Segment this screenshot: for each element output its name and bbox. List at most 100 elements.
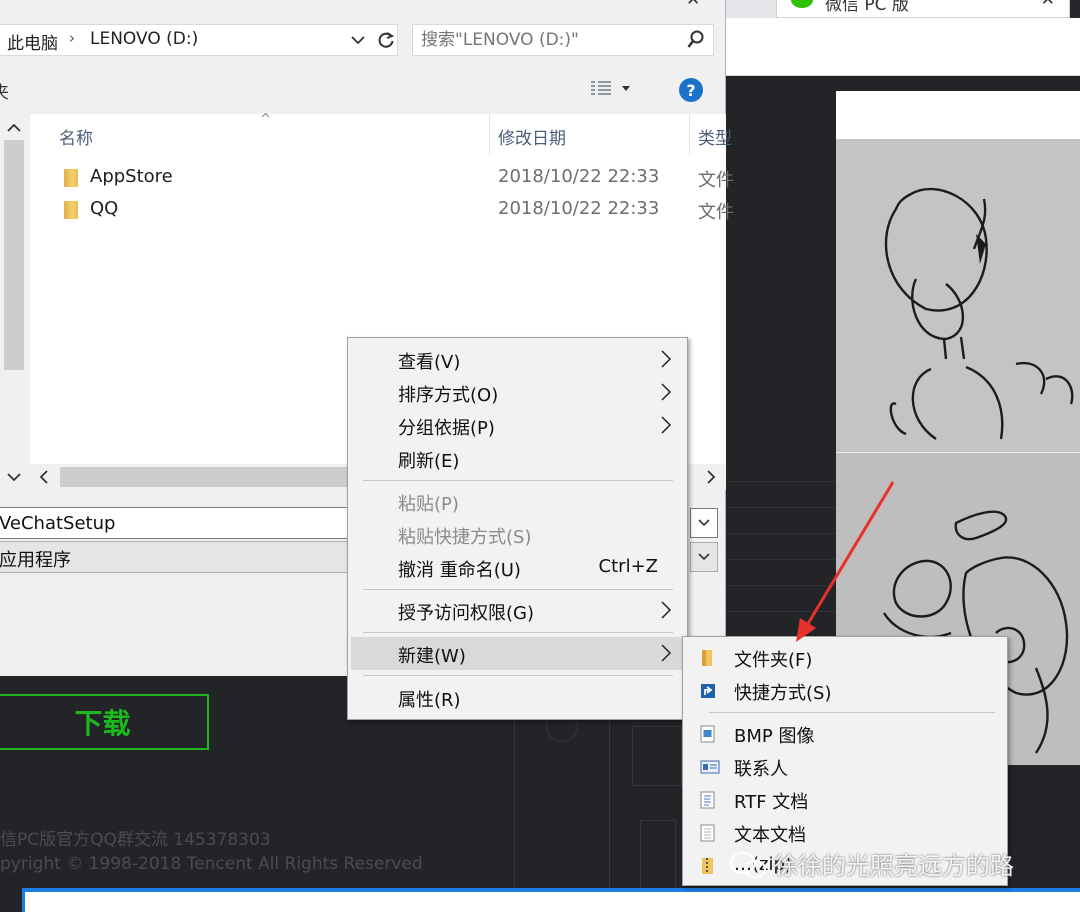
chevron-right-icon — [661, 350, 672, 368]
menu-separator — [363, 632, 673, 633]
chevron-down-icon[interactable] — [690, 508, 718, 538]
menu-item-label: 新建(W) — [398, 646, 466, 667]
decorative-outline — [514, 720, 610, 912]
new-contact-item[interactable]: 联系人 — [686, 750, 1004, 783]
breadcrumb-separator: › — [69, 29, 75, 47]
submenu-item-label: 文件夹(F) — [734, 650, 813, 671]
menu-item-label: 排序方式(O) — [398, 385, 499, 406]
new-rtf-item[interactable]: RTF 文档 — [686, 783, 1004, 816]
contact-icon — [700, 760, 720, 774]
menu-item-properties[interactable]: 属性(R) — [351, 681, 684, 714]
scrollbar-thumb[interactable] — [60, 467, 390, 487]
new-bmp-item[interactable]: BMP 图像 — [686, 717, 1004, 750]
file-name: AppStore — [90, 166, 173, 187]
column-header-modified[interactable]: 修改日期 — [498, 124, 566, 149]
footer-copyright: pyright © 1998-2018 Tencent All Rights R… — [0, 854, 423, 874]
menu-item-view[interactable]: 查看(V) — [351, 343, 684, 376]
search-box[interactable] — [412, 24, 714, 56]
wechat-watermark-icon — [730, 852, 766, 878]
menu-item-label: 撤消 重命名(U) — [398, 560, 521, 581]
filename-input[interactable] — [0, 512, 339, 534]
new-shortcut-item[interactable]: 快捷方式(S) — [686, 674, 1004, 707]
chevron-down-icon — [622, 86, 630, 91]
menu-item-label: 粘贴快捷方式(S) — [398, 527, 532, 548]
column-header-type[interactable]: 类型 — [698, 124, 732, 149]
breadcrumb[interactable]: 此电脑 › LENOVO (D:) — [0, 24, 398, 56]
menu-item-label: 查看(V) — [398, 352, 461, 373]
menu-item-paste-shortcut: 粘贴快捷方式(S) — [351, 518, 684, 551]
submenu-item-label: BMP 图像 — [734, 726, 815, 747]
menu-item-label: 分组依据(P) — [398, 418, 495, 439]
scrollbar-thumb[interactable] — [4, 140, 24, 370]
chevron-down-icon[interactable] — [690, 542, 718, 572]
menu-separator — [709, 712, 995, 713]
column-divider[interactable] — [689, 114, 690, 154]
browser-tab-title: 微信 PC 版 — [825, 0, 909, 15]
menu-item-undo-rename[interactable]: 撤消 重命名(U) Ctrl+Z — [351, 551, 684, 584]
close-icon[interactable]: ✕ — [686, 0, 700, 10]
decorative-outline — [640, 820, 676, 890]
browser-tab-strip — [726, 0, 776, 18]
submenu-item-label: 快捷方式(S) — [734, 683, 832, 704]
refresh-icon[interactable] — [372, 24, 400, 56]
browser-tab-wechat[interactable]: 微信 PC 版 ✕ — [776, 0, 1070, 18]
new-text-document-item[interactable]: 文本文档 — [686, 816, 1004, 849]
new-folder-label[interactable]: 夹 — [0, 78, 9, 103]
breadcrumb-drive[interactable]: LENOVO (D:) — [90, 29, 198, 49]
menu-item-group-by[interactable]: 分组依据(P) — [351, 409, 684, 442]
submenu-item-label: 文本文档 — [734, 825, 806, 846]
download-button[interactable]: 下载 — [0, 694, 209, 750]
filetype-value: 应用程序 — [0, 550, 71, 571]
folder-icon — [64, 169, 78, 187]
menu-item-label: 刷新(E) — [398, 451, 460, 472]
menu-separator — [363, 589, 673, 590]
new-folder-item[interactable]: 文件夹(F) — [686, 641, 1004, 674]
zip-folder-icon — [702, 858, 713, 874]
scroll-right-icon[interactable] — [698, 464, 724, 490]
menu-item-label: 授予访问权限(G) — [398, 603, 534, 624]
close-icon[interactable]: ✕ — [1041, 0, 1055, 10]
breadcrumb-this-pc[interactable]: 此电脑 — [7, 29, 58, 54]
context-menu: 查看(V) 排序方式(O) 分组依据(P) 刷新(E) 粘贴(P) 粘贴快捷方式… — [347, 337, 688, 720]
scroll-left-icon[interactable] — [34, 464, 54, 490]
scroll-up-icon[interactable] — [2, 116, 26, 140]
file-type: 文件 — [698, 202, 734, 223]
file-row-qq[interactable]: QQ 2018/10/22 22:33 文件 — [30, 195, 734, 225]
file-modified: 2018/10/22 22:33 — [498, 166, 660, 187]
menu-item-give-access[interactable]: 授予访问权限(G) — [351, 594, 684, 627]
preview-card-header — [836, 91, 1080, 139]
menu-item-shortcut: Ctrl+Z — [598, 556, 658, 577]
view-options-button[interactable] — [590, 77, 642, 101]
column-divider[interactable] — [489, 114, 490, 154]
filetype-select[interactable]: 应用程序 — [0, 541, 350, 573]
browser-address-bar[interactable] — [726, 18, 1080, 76]
footer-qq-group: 信PC版官方QQ群交流 145378303 — [0, 830, 271, 850]
chevron-right-icon — [661, 601, 672, 619]
column-header-name[interactable]: 名称 — [59, 124, 93, 149]
chevron-right-icon — [661, 644, 672, 662]
help-icon[interactable]: ? — [679, 78, 703, 102]
menu-separator — [363, 675, 673, 676]
chevron-down-icon[interactable] — [346, 24, 370, 56]
decorative-outline — [632, 726, 682, 786]
folder-icon — [702, 650, 712, 666]
file-row-appstore[interactable]: AppStore 2018/10/22 22:33 文件 — [30, 163, 734, 193]
search-icon[interactable] — [687, 30, 705, 50]
shortcut-icon — [701, 684, 715, 698]
menu-item-new[interactable]: 新建(W) — [351, 637, 684, 670]
chevron-right-icon — [661, 383, 672, 401]
folder-icon — [64, 201, 78, 219]
file-modified: 2018/10/22 22:33 — [498, 198, 660, 219]
menu-item-refresh[interactable]: 刷新(E) — [351, 442, 684, 475]
menu-item-sort-by[interactable]: 排序方式(O) — [351, 376, 684, 409]
scroll-down-icon[interactable] — [2, 464, 26, 490]
filename-field[interactable] — [0, 507, 350, 539]
menu-item-paste: 粘贴(P) — [351, 485, 684, 518]
sketch-image — [836, 139, 1080, 453]
submenu-item-label: 联系人 — [734, 759, 788, 780]
file-name: QQ — [90, 198, 119, 219]
search-input[interactable] — [421, 29, 671, 51]
sort-ascending-icon: ^ — [260, 112, 271, 127]
file-type: 文件 — [698, 170, 734, 191]
bitmap-icon — [700, 725, 715, 743]
